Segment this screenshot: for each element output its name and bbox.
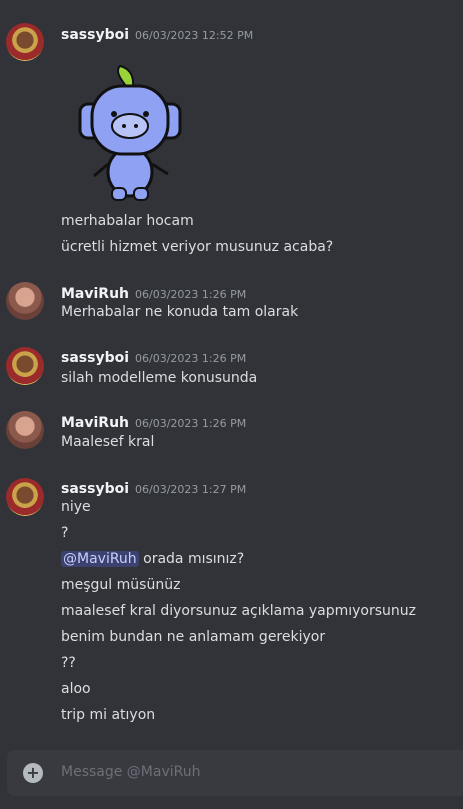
timestamp: 06/03/2023 1:26 PM <box>135 352 247 365</box>
message-text: ? <box>61 525 69 541</box>
timestamp: 06/03/2023 12:52 PM <box>135 29 254 42</box>
message-composer[interactable]: + Message @MaviRuh <box>7 750 463 796</box>
message-text: @MaviRuh orada mısınız? <box>61 551 244 567</box>
message-text: ?? <box>61 655 76 671</box>
avatar[interactable] <box>6 478 44 516</box>
message-text: trip mi atıyon <box>61 707 156 723</box>
message-text: silah modelleme konusunda <box>61 370 258 386</box>
message-text: benim bundan ne anlamam gerekiyor <box>61 629 326 645</box>
username[interactable]: sassyboi <box>61 481 129 497</box>
avatar[interactable] <box>6 282 44 320</box>
timestamp: 06/03/2023 1:26 PM <box>135 417 247 430</box>
message-input[interactable]: Message @MaviRuh <box>61 764 201 780</box>
message-text: niye <box>61 499 91 515</box>
message-text: merhabalar hocam <box>61 213 194 229</box>
message-text: maalesef kral diyorsunuz açıklama yapmıy… <box>61 603 417 619</box>
message-text: Merhabalar ne konuda tam olarak <box>61 304 299 320</box>
plus-circle-icon[interactable]: + <box>23 763 43 783</box>
timestamp: 06/03/2023 1:27 PM <box>135 483 247 496</box>
username[interactable]: sassyboi <box>61 27 129 43</box>
username[interactable]: MaviRuh <box>61 415 129 431</box>
message-text: aloo <box>61 681 91 697</box>
avatar[interactable] <box>6 347 44 385</box>
message-text: ücretli hizmet veriyor musunuz acaba? <box>61 239 334 255</box>
timestamp: 06/03/2023 1:26 PM <box>135 288 247 301</box>
user-mention[interactable]: @MaviRuh <box>61 551 139 567</box>
avatar[interactable] <box>6 23 44 61</box>
message-text-fragment: orada mısınız? <box>143 551 245 567</box>
username[interactable]: sassyboi <box>61 350 129 366</box>
wumpus-sticker[interactable] <box>78 64 182 202</box>
message-text: Maalesef kral <box>61 434 155 450</box>
avatar[interactable] <box>6 411 44 449</box>
message-text: meşgul müsünüz <box>61 577 181 593</box>
username[interactable]: MaviRuh <box>61 286 129 302</box>
